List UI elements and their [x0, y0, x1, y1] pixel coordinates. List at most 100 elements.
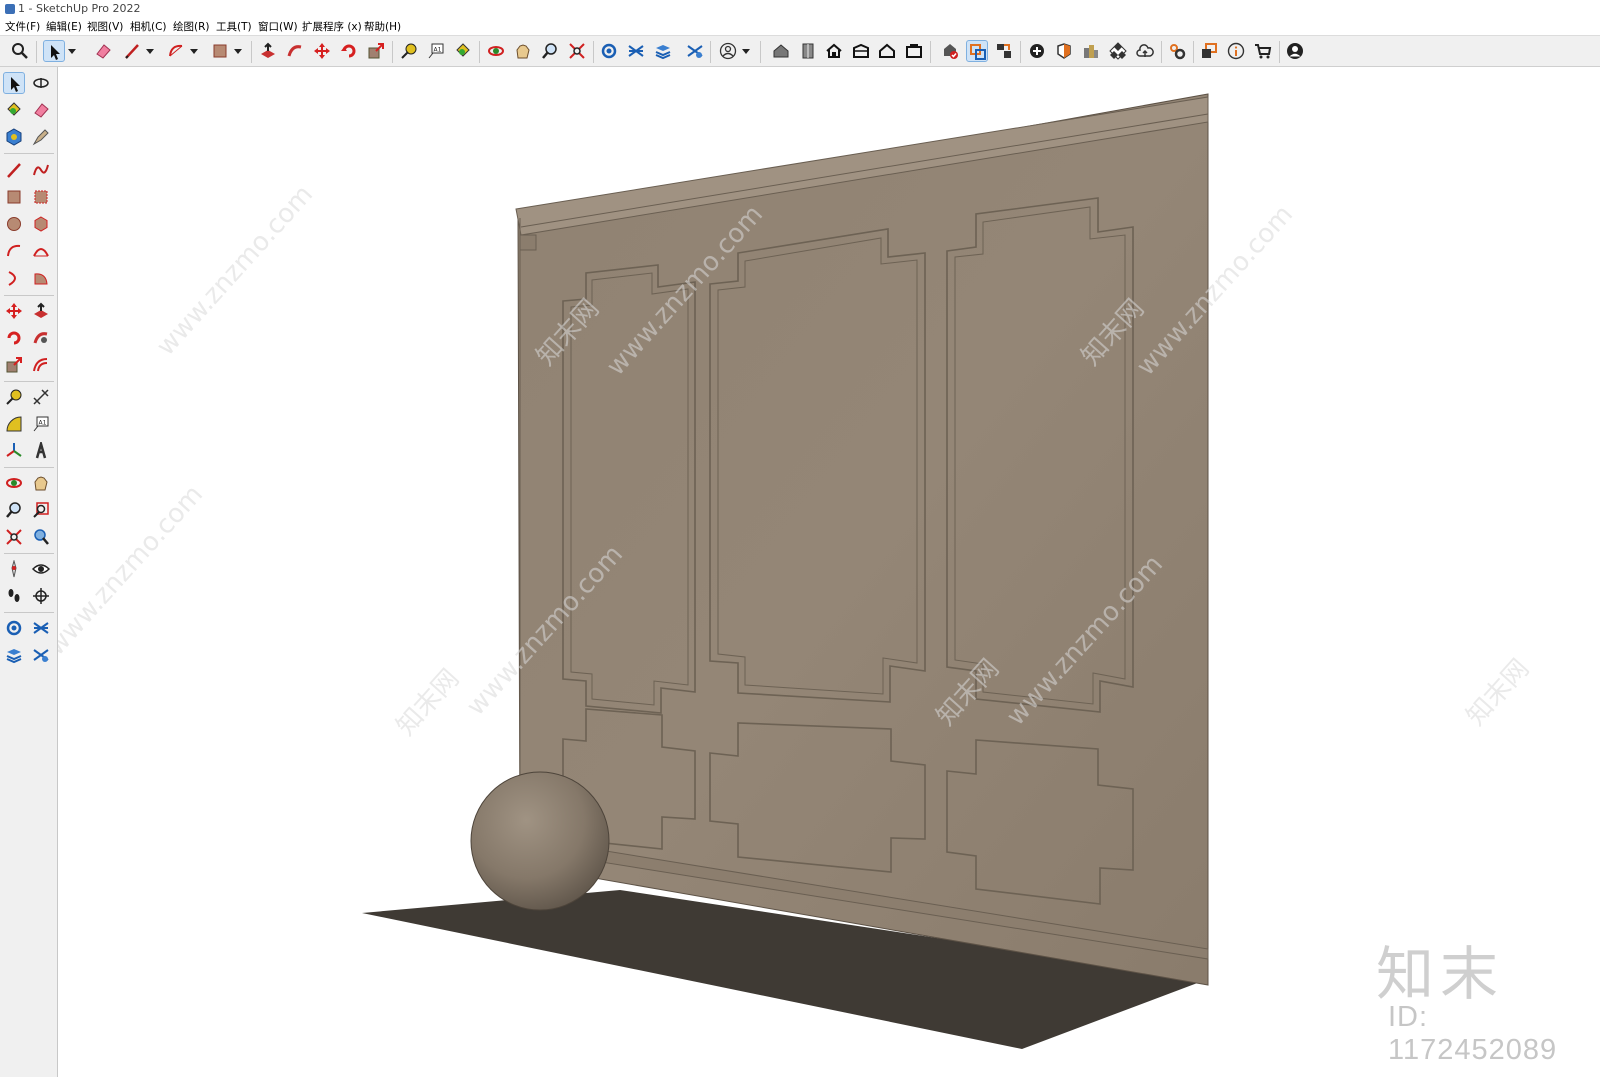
- tape-measure-icon[interactable]: [3, 386, 25, 408]
- account-icon[interactable]: [1284, 40, 1306, 62]
- box-icon[interactable]: [903, 40, 925, 62]
- advanced-camera-icon[interactable]: [993, 40, 1015, 62]
- search-icon[interactable]: [9, 40, 31, 62]
- check-icon[interactable]: [939, 40, 961, 62]
- paint-bucket-icon[interactable]: [3, 99, 25, 121]
- orbit-icon[interactable]: [30, 72, 52, 94]
- section-plane-icon[interactable]: [966, 40, 988, 62]
- scale-icon[interactable]: [365, 40, 387, 62]
- pan-icon[interactable]: [512, 40, 534, 62]
- menu-tools[interactable]: 工具(T): [216, 19, 252, 34]
- checkerboard-icon[interactable]: [1107, 40, 1129, 62]
- walk-icon[interactable]: [3, 585, 25, 607]
- zoom-window-icon[interactable]: [30, 499, 52, 521]
- select-icon[interactable]: [3, 72, 25, 94]
- menu-view[interactable]: 视图(V): [87, 19, 123, 34]
- 3d-scene[interactable]: www.znzmo.com www.znzmo.com www.znzmo.co…: [58, 67, 1600, 1077]
- section-plane-icon[interactable]: [30, 585, 52, 607]
- push-pull-icon[interactable]: [257, 40, 279, 62]
- move-icon[interactable]: [3, 300, 25, 322]
- orbit-icon[interactable]: [3, 472, 25, 494]
- follow-me-icon[interactable]: [30, 327, 52, 349]
- pencil-icon[interactable]: [3, 159, 25, 181]
- eraser-icon[interactable]: [30, 99, 52, 121]
- shadow-icon[interactable]: [1053, 40, 1075, 62]
- previous-view-icon[interactable]: [30, 526, 52, 548]
- circle-icon[interactable]: [3, 213, 25, 235]
- axes-icon[interactable]: [3, 440, 25, 462]
- look-around-icon[interactable]: [30, 558, 52, 580]
- polygon-icon[interactable]: [30, 213, 52, 235]
- zoom-icon[interactable]: [539, 40, 561, 62]
- solid-tools-icon[interactable]: [598, 40, 620, 62]
- arc-icon[interactable]: [3, 240, 25, 262]
- layers-icon[interactable]: [652, 40, 674, 62]
- orbit-icon[interactable]: [485, 40, 507, 62]
- house-icon[interactable]: [823, 40, 845, 62]
- scenes-icon[interactable]: [1198, 40, 1220, 62]
- 3d-text-icon[interactable]: [30, 440, 52, 462]
- stamp-icon[interactable]: [30, 644, 52, 666]
- menu-help[interactable]: 帮助(H): [364, 19, 401, 34]
- select-dropdown[interactable]: [67, 40, 77, 62]
- pie-icon[interactable]: [30, 267, 52, 289]
- pencil-icon[interactable]: [121, 40, 143, 62]
- wall-panel-model[interactable]: [515, 93, 1209, 986]
- two-point-arc-icon[interactable]: [30, 240, 52, 262]
- tag-icon[interactable]: [30, 126, 52, 148]
- menu-camera[interactable]: 相机(C): [130, 19, 167, 34]
- select-icon[interactable]: [43, 40, 65, 62]
- zoom-extents-icon[interactable]: [566, 40, 588, 62]
- house-outline-icon[interactable]: [876, 40, 898, 62]
- move-icon[interactable]: [311, 40, 333, 62]
- component-icon[interactable]: [3, 126, 25, 148]
- rectangle-dropdown[interactable]: [233, 40, 243, 62]
- dimension-icon[interactable]: [30, 386, 52, 408]
- rectangle-icon[interactable]: [209, 40, 231, 62]
- follow-me-icon[interactable]: [284, 40, 306, 62]
- eraser-icon[interactable]: [92, 40, 114, 62]
- paint-bucket-icon[interactable]: [452, 40, 474, 62]
- three-point-arc-icon[interactable]: [3, 267, 25, 289]
- menu-window[interactable]: 窗口(W): [258, 19, 298, 34]
- protractor-icon[interactable]: [3, 413, 25, 435]
- scale-icon[interactable]: [3, 354, 25, 376]
- extension-gear-icon[interactable]: [1166, 40, 1188, 62]
- push-pull-icon[interactable]: [30, 300, 52, 322]
- menu-edit[interactable]: 编辑(E): [46, 19, 82, 34]
- component-icon[interactable]: [797, 40, 819, 62]
- rotated-rectangle-icon[interactable]: [30, 186, 52, 208]
- sandbox-icon[interactable]: [30, 617, 52, 639]
- offset-icon[interactable]: [30, 354, 52, 376]
- menu-extensions[interactable]: 扩展程序 (x): [302, 19, 362, 34]
- info-icon[interactable]: [1225, 40, 1247, 62]
- add-location-icon[interactable]: [1026, 40, 1048, 62]
- user-icon[interactable]: [717, 40, 739, 62]
- stamp-icon[interactable]: [684, 40, 706, 62]
- material-sphere[interactable]: [470, 771, 610, 911]
- rotate-icon[interactable]: [3, 327, 25, 349]
- rectangle-icon[interactable]: [3, 186, 25, 208]
- freehand-icon[interactable]: [30, 159, 52, 181]
- text-icon[interactable]: A1: [425, 40, 447, 62]
- pan-icon[interactable]: [30, 472, 52, 494]
- position-camera-icon[interactable]: [3, 558, 25, 580]
- rotate-icon[interactable]: [338, 40, 360, 62]
- styles-icon[interactable]: [1080, 40, 1102, 62]
- menu-file[interactable]: 文件(F): [5, 19, 40, 34]
- model-viewport[interactable]: www.znzmo.com www.znzmo.com www.znzmo.co…: [58, 67, 1600, 1077]
- cart-icon[interactable]: [1252, 40, 1274, 62]
- warehouse-icon[interactable]: [770, 40, 792, 62]
- pencil-dropdown[interactable]: [145, 40, 155, 62]
- tape-measure-icon[interactable]: [398, 40, 420, 62]
- user-dropdown[interactable]: [741, 40, 751, 62]
- menu-draw[interactable]: 绘图(R): [173, 19, 210, 34]
- zoom-icon[interactable]: [3, 499, 25, 521]
- arc-icon[interactable]: [165, 40, 187, 62]
- solid-tools-icon[interactable]: [3, 617, 25, 639]
- cloud-upload-icon[interactable]: [1134, 40, 1156, 62]
- sandbox-icon[interactable]: [625, 40, 647, 62]
- shed-icon[interactable]: [850, 40, 872, 62]
- layers-icon[interactable]: [3, 644, 25, 666]
- arc-dropdown[interactable]: [189, 40, 199, 62]
